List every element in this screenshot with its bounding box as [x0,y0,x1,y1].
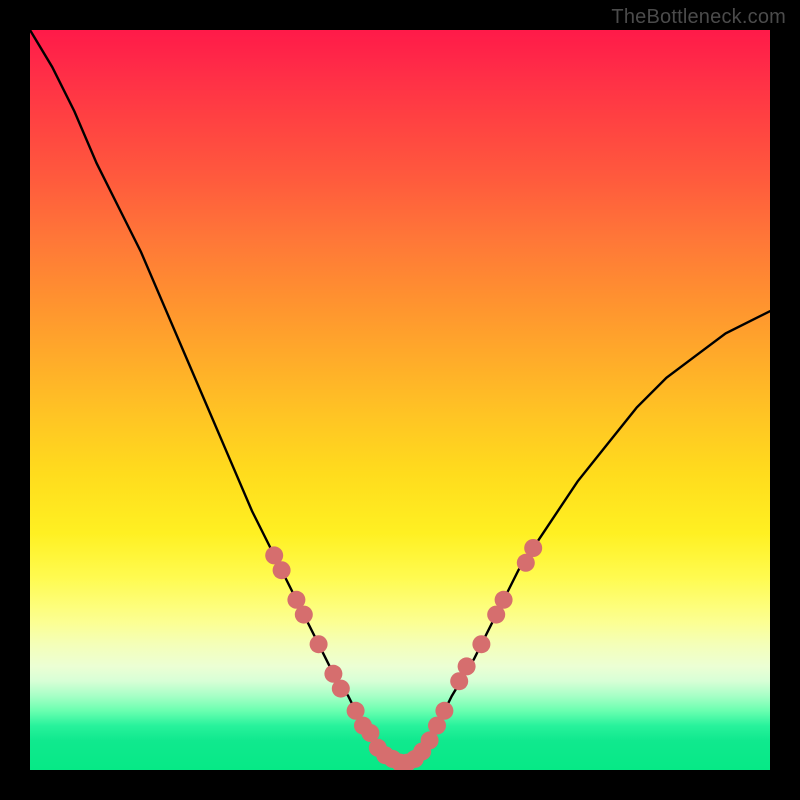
marker-point [472,635,490,653]
marker-point [495,591,513,609]
marker-point [310,635,328,653]
curve-layer [30,30,770,770]
marker-point [295,606,313,624]
marker-point [458,657,476,675]
marker-point [273,561,291,579]
plot-area [30,30,770,770]
bottleneck-curve [30,30,770,763]
chart-frame: TheBottleneck.com [0,0,800,800]
marker-point [435,702,453,720]
marker-group [265,539,542,770]
marker-point [332,680,350,698]
marker-point [524,539,542,557]
watermark-text: TheBottleneck.com [611,6,786,29]
